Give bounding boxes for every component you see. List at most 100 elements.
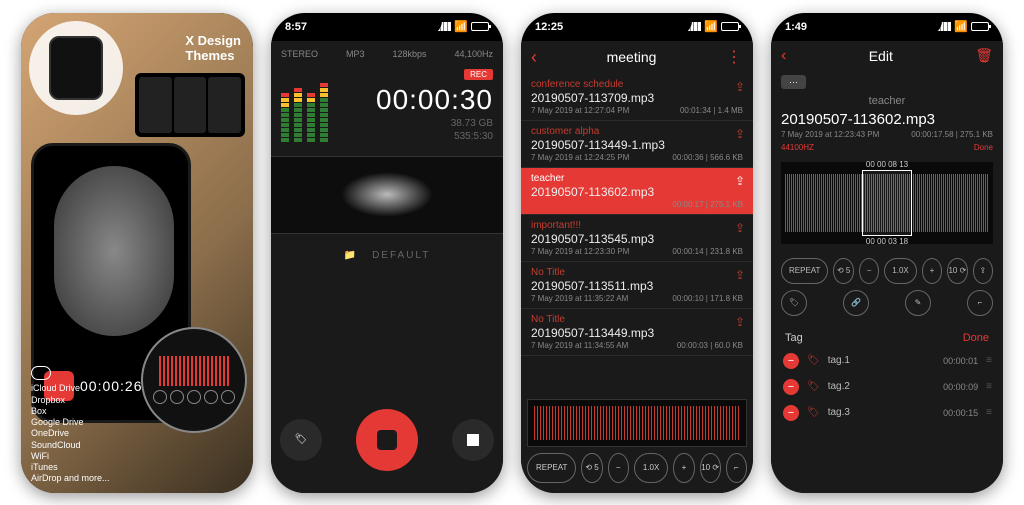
player-waveform[interactable] (527, 399, 747, 447)
tag-row[interactable]: −🏷tag.100:00:01≡ (771, 348, 1003, 374)
row-category: important!!! (531, 220, 743, 231)
mini-player: REPEAT ⟲ 5 − 1.0X + 10 ⟳ ⌐ (527, 399, 747, 483)
skip-back-button[interactable]: ⟲ 5 (581, 453, 602, 483)
waveform-editor[interactable]: 00 00 08 13 00 00 03 18 (781, 162, 993, 244)
share-icon[interactable]: ⇪ (735, 315, 745, 329)
repeat-button[interactable]: REPEAT (781, 258, 828, 284)
status-icons: 📶 (437, 20, 489, 33)
sign-button[interactable]: ✎ (905, 290, 931, 316)
repeat-button[interactable]: REPEAT (527, 453, 576, 483)
remove-tag-button[interactable]: − (783, 353, 799, 369)
tag-row[interactable]: −🏷tag.300:00:15≡ (771, 400, 1003, 426)
row-date: 7 May 2019 at 12:24:25 PM (531, 153, 629, 162)
row-dur-size: 00:00:36 | 566.6 KB (672, 153, 743, 162)
row-filename: 20190507-113511.mp3 (531, 279, 743, 293)
speed-up-button[interactable]: + (922, 258, 942, 284)
crop-button[interactable]: ⌐ (726, 453, 747, 483)
share-icon[interactable]: ⇪ (735, 268, 745, 282)
file-format: 44100HZ (781, 143, 814, 152)
link-button[interactable]: 🔗 (843, 290, 869, 316)
tag-heading: Tag (785, 332, 803, 344)
live-waveform (271, 156, 503, 234)
promo-shot: X DesignThemes 00:00:26 iCloud Drive Dro… (21, 13, 253, 493)
close-button[interactable]: ‹ (781, 47, 786, 65)
record-stop-button[interactable] (356, 409, 418, 471)
recording-row[interactable]: important!!!20190507-113545.mp37 May 201… (521, 215, 753, 262)
drag-handle-icon[interactable]: ≡ (986, 407, 991, 418)
tag-row[interactable]: −🏷tag.200:00:09≡ (771, 374, 1003, 400)
share-icon[interactable]: ⇪ (735, 174, 745, 188)
speed-down-button[interactable]: − (608, 453, 629, 483)
watch-inset (29, 21, 123, 115)
crop-button[interactable]: ⌐ (967, 290, 993, 316)
recording-row[interactable]: No Title20190507-113449.mp37 May 2019 at… (521, 309, 753, 356)
screen-title: Edit (869, 48, 893, 64)
share-button[interactable]: ⇪ (973, 258, 993, 284)
recording-row[interactable]: No Title20190507-113511.mp37 May 2019 at… (521, 262, 753, 309)
speed-down-button[interactable]: − (859, 258, 879, 284)
share-icon[interactable]: ⇪ (735, 80, 745, 94)
share-icon[interactable]: ⇪ (735, 127, 745, 141)
status-time: 12:25 (535, 21, 563, 33)
finish-button[interactable] (452, 419, 494, 461)
delete-button[interactable]: 🗑 (975, 47, 993, 64)
recording-row[interactable]: conference schedule20190507-113709.mp37 … (521, 74, 753, 121)
remove-tag-button[interactable]: − (783, 379, 799, 395)
remove-tag-button[interactable]: − (783, 405, 799, 421)
back-button[interactable]: ‹ (531, 47, 537, 68)
speed-up-button[interactable]: + (673, 453, 694, 483)
row-filename: 20190507-113449-1.mp3 (531, 138, 743, 152)
folder-icon[interactable]: 📁 (344, 250, 358, 261)
tag-button[interactable]: 🏷 (280, 419, 322, 461)
options-chip[interactable]: ··· (781, 75, 806, 89)
tags-done-button[interactable]: Done (963, 332, 989, 344)
row-filename: 20190507-113449.mp3 (531, 326, 743, 340)
skip-back-button[interactable]: ⟲ 5 (833, 258, 853, 284)
row-dur-size: 00:01:34 | 1.4 MB (680, 106, 743, 115)
recording-row[interactable]: customer alpha20190507-113449-1.mp37 May… (521, 121, 753, 168)
row-dur-size: 00:00:14 | 231.8 KB (672, 247, 743, 256)
status-time: 1:49 (785, 21, 807, 33)
row-dur-size: 00:00:10 | 171.8 KB (672, 294, 743, 303)
row-filename: 20190507-113602.mp3 (531, 185, 743, 199)
drag-handle-icon[interactable]: ≡ (986, 355, 991, 366)
speed-button[interactable]: 1.0X (634, 453, 668, 483)
row-category: conference schedule (531, 79, 743, 90)
tag-icon: 🏷 (807, 407, 820, 418)
row-category: No Title (531, 314, 743, 325)
drag-handle-icon[interactable]: ≡ (986, 381, 991, 392)
speed-button[interactable]: 1.0X (884, 258, 916, 284)
filename: 20190507-113602.mp3 (771, 107, 1003, 128)
promo-title: X DesignThemes (185, 33, 241, 64)
edit-screen: 1:49 📶 ‹ Edit 🗑 ··· teacher 20190507-113… (771, 13, 1003, 493)
tag-button[interactable]: 🏷 (781, 290, 807, 316)
selection-range[interactable] (862, 170, 913, 236)
row-date: 7 May 2019 at 12:23:30 PM (531, 247, 629, 256)
time-remaining: 535:5:30 (338, 131, 493, 142)
rec-badge: REC (464, 69, 493, 80)
tag-name: tag.1 (828, 355, 935, 366)
cloud-services-list: iCloud Drive Dropbox Box Google Drive On… (31, 366, 110, 484)
skip-fwd-button[interactable]: 10 ⟳ (947, 258, 967, 284)
status-time: 8:57 (285, 21, 307, 33)
tag-name: tag.3 (828, 407, 935, 418)
level-meters (281, 72, 328, 142)
recordings-list-screen: 12:25 📶 ‹ meeting ⋮ conference schedule2… (521, 13, 753, 493)
row-dur-size: 00:00:03 | 60.0 KB (677, 341, 743, 350)
recording-row[interactable]: teacher20190507-113602.mp300:00:17 | 275… (521, 168, 753, 215)
row-date: 7 May 2019 at 12:27:04 PM (531, 106, 629, 115)
done-link[interactable]: Done (974, 143, 993, 152)
theme-thumbnails (135, 73, 245, 137)
selection-end: 00 00 03 18 (866, 237, 908, 246)
row-category: No Title (531, 267, 743, 278)
more-button[interactable]: ⋮ (726, 47, 743, 67)
folder-name[interactable]: DEFAULT (372, 250, 430, 261)
category-label: teacher (771, 95, 1003, 107)
cloud-icon (31, 366, 51, 380)
row-category: customer alpha (531, 126, 743, 137)
status-icons: 📶 (687, 20, 739, 33)
skip-fwd-button[interactable]: 10 ⟳ (700, 453, 721, 483)
share-icon[interactable]: ⇪ (735, 221, 745, 235)
row-category: teacher (531, 173, 743, 184)
format-info: STEREO MP3 128kbps 44,100Hz (271, 41, 503, 63)
